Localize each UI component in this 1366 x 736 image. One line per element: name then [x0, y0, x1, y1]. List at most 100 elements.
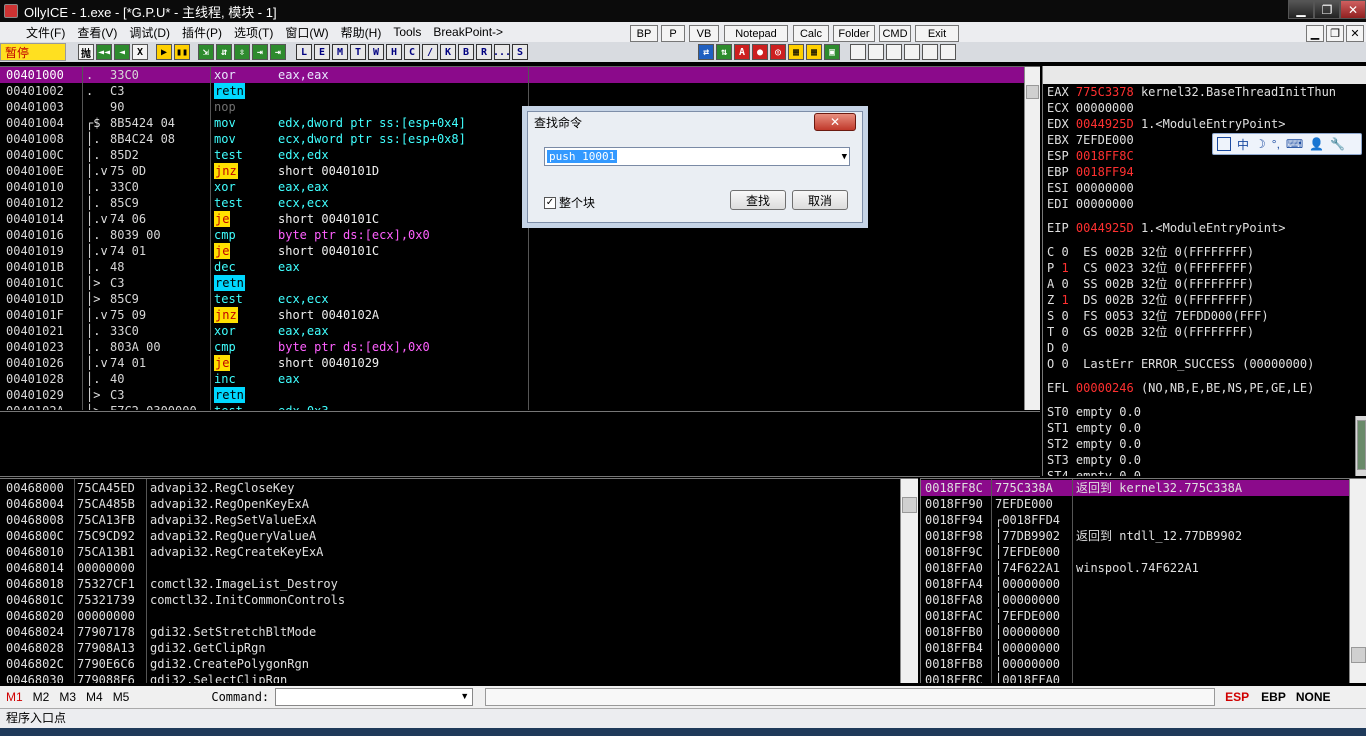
- vb-button[interactable]: VB: [689, 25, 719, 42]
- disasm-row[interactable]: 00401014 │.v 74 06 je short 0040101C: [0, 211, 1040, 227]
- target-icon[interactable]: ◎: [770, 44, 786, 60]
- flag-row[interactable]: S 0 FS 0053 32位 7EFDD000(FFF): [1047, 308, 1366, 324]
- flag-row[interactable]: P 1 CS 0023 32位 0(FFFFFFFF): [1047, 260, 1366, 276]
- record-icon[interactable]: ●: [752, 44, 768, 60]
- register-value[interactable]: 0018FF94: [1076, 165, 1134, 179]
- plugin-a-icon[interactable]: A: [734, 44, 750, 60]
- dump-row[interactable]: 00468004 75CA485B advapi32.RegOpenKeyExA: [0, 496, 918, 512]
- close-debug-icon[interactable]: X: [132, 44, 148, 60]
- rewind-icon[interactable]: ◄: [114, 44, 130, 60]
- register-value[interactable]: 00000000: [1076, 197, 1134, 211]
- ime-chinese-mode[interactable]: 中: [1237, 136, 1249, 153]
- register-row[interactable]: ESI 00000000: [1047, 180, 1366, 196]
- register-value[interactable]: 00000000: [1076, 101, 1134, 115]
- window-icon[interactable]: ▣: [824, 44, 840, 60]
- grid-icon-2[interactable]: ▦: [806, 44, 822, 60]
- stack-row[interactable]: 0018FFAC │7EFDE000: [921, 608, 1366, 624]
- stack-row[interactable]: 0018FFB8 │00000000: [921, 656, 1366, 672]
- register-value[interactable]: 0044925D: [1076, 117, 1134, 131]
- step-over-icon[interactable]: ⇵: [216, 44, 232, 60]
- register-value[interactable]: 0018FF8C: [1076, 149, 1134, 163]
- disasm-row[interactable]: 0040101B │. 48 dec eax: [0, 259, 1040, 275]
- stack-row[interactable]: 0018FF90 7EFDE000: [921, 496, 1366, 512]
- cmd-button[interactable]: CMD: [879, 25, 911, 42]
- keyboard-icon[interactable]: ⌨: [1286, 137, 1303, 151]
- blank-tool-4[interactable]: [904, 44, 920, 60]
- disasm-row[interactable]: 00401026 │.v 74 01 je short 00401029: [0, 355, 1040, 371]
- close-button[interactable]: ✕: [1340, 0, 1366, 19]
- flag-row[interactable]: Z 1 DS 002B 32位 0(FFFFFFFF): [1047, 292, 1366, 308]
- menu-tools[interactable]: Tools: [387, 25, 427, 39]
- log-window-icon[interactable]: L: [296, 44, 312, 60]
- dump-row[interactable]: 00468014 00000000: [0, 560, 918, 576]
- menu-help[interactable]: 帮助(H): [335, 24, 388, 41]
- step-into-icon[interactable]: ⇲: [198, 44, 214, 60]
- disassembly-scrollbar[interactable]: [1024, 67, 1040, 410]
- executable-modules-icon[interactable]: E: [314, 44, 330, 60]
- tab-m3[interactable]: M3: [59, 690, 76, 704]
- register-row[interactable]: EDI 00000000: [1047, 196, 1366, 212]
- registers-pane[interactable]: 寄存器 (FPU) < EAX 775C3378 kernel32.BaseTh…: [1042, 66, 1366, 476]
- cpu-icon[interactable]: C: [404, 44, 420, 60]
- trace-over-icon[interactable]: ⇥: [252, 44, 268, 60]
- moon-icon[interactable]: ☽: [1255, 137, 1266, 151]
- disasm-row[interactable]: 00401023 │. 803A 00 cmp byte ptr ds:[edx],0x…: [0, 339, 1040, 355]
- references-icon[interactable]: R: [476, 44, 492, 60]
- register-value[interactable]: 775C3378: [1076, 85, 1134, 99]
- handles-icon[interactable]: H: [386, 44, 402, 60]
- windows-icon[interactable]: W: [368, 44, 384, 60]
- flag-value[interactable]: 0: [1061, 357, 1068, 371]
- threads-icon[interactable]: T: [350, 44, 366, 60]
- register-row[interactable]: EAX 775C3378 kernel32.BaseThreadInitThun: [1047, 84, 1366, 100]
- memory-map-icon[interactable]: M: [332, 44, 348, 60]
- menu-window[interactable]: 窗口(W): [279, 24, 334, 41]
- entire-block-checkbox[interactable]: ✓ 整个块: [544, 194, 595, 211]
- flag-row[interactable]: A 0 SS 002B 32位 0(FFFFFFFF): [1047, 276, 1366, 292]
- flag-row[interactable]: D 0: [1047, 340, 1366, 356]
- pause-icon[interactable]: ▮▮: [174, 44, 190, 60]
- source-icon[interactable]: S: [512, 44, 528, 60]
- execute-till-return-icon[interactable]: ⇥: [270, 44, 286, 60]
- disasm-row[interactable]: 0040101F │.v 75 09 jnz short 0040102A: [0, 307, 1040, 323]
- disasm-row[interactable]: 00401012 │. 85C9 test ecx,ecx: [0, 195, 1040, 211]
- blank-tool-5[interactable]: [922, 44, 938, 60]
- register-row[interactable]: EDX 0044925D 1.<ModuleEntryPoint>: [1047, 116, 1366, 132]
- notepad-button[interactable]: Notepad: [724, 25, 788, 42]
- disasm-row[interactable]: 00401000. 33C0 xor eax,eax: [0, 67, 1040, 83]
- dump-row[interactable]: 00468018 75327CF1 comctl32.ImageList_Destr…: [0, 576, 918, 592]
- flag-value[interactable]: 0: [1061, 341, 1068, 355]
- flag-value[interactable]: 0: [1061, 277, 1068, 291]
- register-row[interactable]: EBP 0018FF94: [1047, 164, 1366, 180]
- disasm-row[interactable]: 00401004 ┌$ 8B5424 04 mov edx,dword ptr ss:[…: [0, 115, 1040, 131]
- registers-scrollbar[interactable]: [1355, 416, 1366, 476]
- dump-pane[interactable]: 00468000 75CA45ED advapi32.RegCloseKey 0046…: [0, 478, 918, 683]
- none-toggle[interactable]: NONE: [1296, 690, 1331, 704]
- maximize-button[interactable]: ❐: [1314, 0, 1340, 19]
- register-value[interactable]: 7EFDE000: [1076, 133, 1134, 147]
- disasm-row[interactable]: 00401010 │. 33C0 xor eax,eax: [0, 179, 1040, 195]
- menu-debug[interactable]: 调试(D): [123, 24, 176, 41]
- fpu-register-row[interactable]: ST0 empty 0.0: [1047, 404, 1366, 420]
- grid-icon[interactable]: ▦: [788, 44, 804, 60]
- tab-m4[interactable]: M4: [86, 690, 103, 704]
- dump-row[interactable]: 00468008 75CA13FB advapi32.RegSetValueExA: [0, 512, 918, 528]
- dump-row[interactable]: 0046800C 75C9CD92 advapi32.RegQueryValueA: [0, 528, 918, 544]
- menu-breakpoint[interactable]: BreakPoint->: [427, 25, 509, 39]
- patches-icon[interactable]: /: [422, 44, 438, 60]
- stack-row[interactable]: 0018FFBC │0018FFA0: [921, 672, 1366, 683]
- dump-row[interactable]: 00468028 77908A13 gdi32.GetClipRgn: [0, 640, 918, 656]
- chevron-down-icon[interactable]: ▼: [460, 691, 469, 701]
- fpu-register-row[interactable]: ST3 empty 0.0: [1047, 452, 1366, 468]
- restart-icon[interactable]: ◄◄: [96, 44, 112, 60]
- disasm-row[interactable]: 00401016 │. 8039 00 cmp byte ptr ds:[ecx],0x…: [0, 227, 1040, 243]
- command-search-input[interactable]: push 10001 ▼: [544, 147, 850, 166]
- disasm-row[interactable]: 00401028 │. 40 inc eax: [0, 371, 1040, 387]
- esp-toggle[interactable]: ESP: [1225, 690, 1249, 704]
- exit-button[interactable]: Exit: [915, 25, 959, 42]
- disasm-row[interactable]: 00401002. C3 retn: [0, 83, 1040, 99]
- blank-tool-3[interactable]: [886, 44, 902, 60]
- stack-row[interactable]: 0018FFA0 │74F622A1 winspool.74F622A1: [921, 560, 1366, 576]
- dump-row[interactable]: 00468020 00000000: [0, 608, 918, 624]
- user-icon[interactable]: 👤: [1309, 137, 1324, 151]
- blank-tool-2[interactable]: [868, 44, 884, 60]
